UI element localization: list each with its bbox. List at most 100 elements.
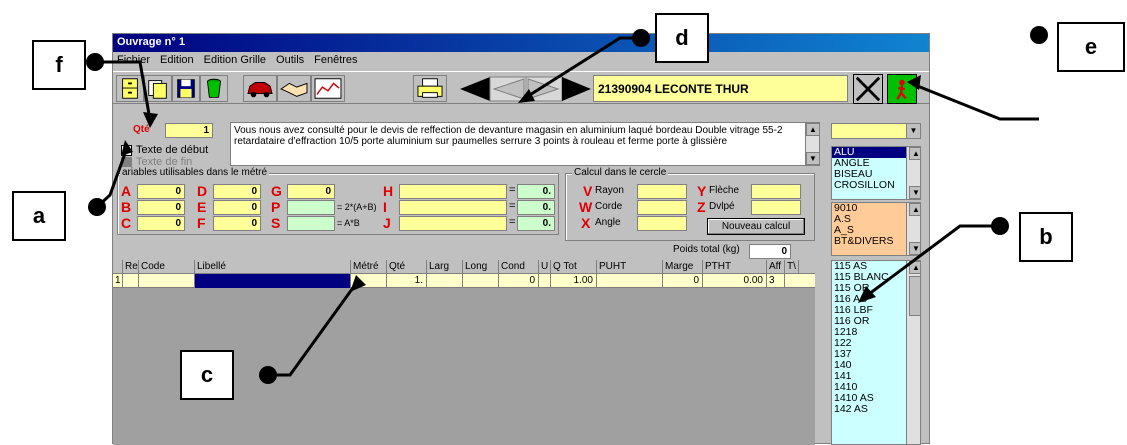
callout-d: d bbox=[655, 13, 709, 63]
cercle-dvlpe-input[interactable] bbox=[751, 200, 801, 215]
callout-f-dot bbox=[86, 53, 104, 71]
callout-c: c bbox=[180, 350, 234, 400]
texte-debut-label: Texte de début bbox=[136, 144, 209, 156]
floppy-icon[interactable] bbox=[172, 75, 200, 102]
grid-header-code[interactable]: Code bbox=[139, 260, 195, 274]
menu-edition[interactable]: Edition bbox=[160, 54, 194, 68]
var-a-input[interactable]: 0 bbox=[137, 184, 185, 199]
grid-header-u[interactable]: U bbox=[539, 260, 551, 274]
var-j-formula[interactable] bbox=[399, 216, 507, 231]
callout-a: a bbox=[12, 191, 66, 241]
grid-cell-long[interactable] bbox=[463, 274, 499, 288]
callout-e-dot bbox=[1030, 26, 1048, 44]
grid-cell-puht[interactable] bbox=[597, 274, 663, 288]
menu-outils[interactable]: Outils bbox=[276, 54, 304, 68]
grid-cell-larg[interactable] bbox=[427, 274, 463, 288]
callout-b: b bbox=[1019, 212, 1073, 262]
printer-icon[interactable] bbox=[413, 75, 447, 102]
qte-input[interactable]: 1 bbox=[165, 123, 213, 138]
grid-header-metre[interactable]: Métré bbox=[351, 260, 387, 274]
cercle-y-letter: Y bbox=[697, 183, 707, 199]
var-d-input[interactable]: 0 bbox=[213, 184, 261, 199]
grid-cell-aff[interactable]: 3 bbox=[767, 274, 785, 288]
menu-fichier[interactable]: Fichier bbox=[117, 54, 150, 68]
close-icon[interactable] bbox=[853, 74, 883, 104]
cercle-corde-label: Corde bbox=[595, 201, 623, 212]
grid-header-re[interactable]: Re bbox=[123, 260, 139, 274]
grid-header-ptht[interactable]: PTHT bbox=[703, 260, 767, 274]
grid-cell-libelle[interactable] bbox=[195, 274, 351, 288]
table-row[interactable]: 1 1. 0 1.00 0 0.00 3 bbox=[113, 274, 815, 288]
chart-icon[interactable] bbox=[311, 75, 345, 102]
var-f-letter: F bbox=[197, 215, 206, 231]
cercle-fleche-input[interactable] bbox=[751, 184, 801, 199]
grid-header-puht[interactable]: PUHT bbox=[597, 260, 663, 274]
family-list[interactable]: ALU ANGLE BISEAU CROSILLON ▲ ▼ bbox=[831, 146, 921, 200]
grid-header-aff[interactable]: Aff bbox=[767, 260, 785, 274]
cercle-dvlpe-label: Dvlpé bbox=[709, 201, 735, 212]
grid-cell-re[interactable] bbox=[123, 274, 139, 288]
callout-b-dot bbox=[991, 217, 1009, 235]
color-list[interactable]: 9010 A.S A_S BT&DIVERS ▲ ▼ bbox=[831, 202, 921, 256]
equals-sign: = bbox=[509, 200, 516, 212]
cabinet-icon[interactable] bbox=[116, 75, 144, 102]
grid-header-long[interactable]: Long bbox=[463, 260, 499, 274]
grid-cell-qtot[interactable]: 1.00 bbox=[551, 274, 597, 288]
var-g-input[interactable]: 0 bbox=[287, 184, 335, 199]
cercle-corde-input[interactable] bbox=[637, 200, 687, 215]
qte-label: Qté bbox=[133, 124, 150, 135]
exit-runner-icon[interactable] bbox=[887, 74, 917, 104]
description-scrollbar[interactable]: ▲ ▼ bbox=[805, 123, 820, 165]
description-textarea[interactable]: Vous nous avez consulté pour le devis de… bbox=[230, 122, 820, 166]
grid-cell-code[interactable] bbox=[139, 274, 195, 288]
chevron-down-icon[interactable]: ▼ bbox=[906, 124, 920, 138]
grid-cell-cond[interactable]: 0 bbox=[499, 274, 539, 288]
var-j-letter: J bbox=[383, 215, 391, 231]
callout-e: e bbox=[1057, 22, 1125, 72]
grid-header-qtot[interactable]: Q Tot bbox=[551, 260, 597, 274]
grid-cell-u[interactable] bbox=[539, 274, 551, 288]
description-text: Vous nous avez consulté pour le devis de… bbox=[234, 125, 783, 147]
var-f-input[interactable]: 0 bbox=[213, 216, 261, 231]
color-list-scrollbar[interactable]: ▲ ▼ bbox=[906, 203, 920, 255]
menu-edition-grille[interactable]: Edition Grille bbox=[204, 54, 266, 68]
var-h-formula[interactable] bbox=[399, 184, 507, 199]
texte-debut-checkbox[interactable] bbox=[121, 145, 132, 156]
var-i-formula[interactable] bbox=[399, 200, 507, 215]
first-arrow-icon bbox=[460, 77, 490, 101]
grid-header-t[interactable]: T\ bbox=[785, 260, 799, 274]
callout-d-dot bbox=[632, 29, 650, 47]
family-list-scrollbar[interactable]: ▲ ▼ bbox=[906, 147, 920, 199]
grid-cell-ptht[interactable]: 0.00 bbox=[703, 274, 767, 288]
handshake-icon[interactable] bbox=[277, 75, 311, 102]
var-c-input[interactable]: 0 bbox=[137, 216, 185, 231]
poids-total-value: 0 bbox=[749, 244, 791, 259]
navigation-arrows bbox=[458, 75, 593, 102]
menu-fenetres[interactable]: Fenêtres bbox=[314, 54, 357, 68]
grid-cell-qte[interactable]: 1. bbox=[387, 274, 427, 288]
grid-header-cond[interactable]: Cond bbox=[499, 260, 539, 274]
cercle-fleche-label: Flèche bbox=[709, 185, 740, 196]
nouveau-calcul-button[interactable]: Nouveau calcul bbox=[707, 218, 805, 235]
recycle-bin-icon[interactable] bbox=[200, 75, 228, 102]
car-icon[interactable] bbox=[243, 75, 277, 102]
grid-header-marge[interactable]: Marge bbox=[663, 260, 703, 274]
cercle-group-title: Calcul dans le cercle bbox=[572, 167, 669, 178]
var-b-input[interactable]: 0 bbox=[137, 200, 185, 215]
grid-cell-metre[interactable] bbox=[351, 274, 387, 288]
window-title: Ouvrage n° 1 bbox=[113, 34, 929, 52]
grid-cell-marge[interactable]: 0 bbox=[663, 274, 703, 288]
cercle-rayon-input[interactable] bbox=[637, 184, 687, 199]
code-list-scrollbar[interactable]: ▲ bbox=[906, 261, 920, 444]
grid-cell-rownum: 1 bbox=[113, 274, 123, 288]
client-field[interactable]: 21390904 LECONTE THUR bbox=[593, 75, 848, 102]
family-dropdown[interactable]: ▼ bbox=[831, 123, 921, 139]
grid-header-qte[interactable]: Qté bbox=[387, 260, 427, 274]
grid-header-larg[interactable]: Larg bbox=[427, 260, 463, 274]
code-list[interactable]: 115 AS 115 BLANC 115 OR 116 AS 116 LBF 1… bbox=[831, 260, 921, 445]
cercle-angle-input[interactable] bbox=[637, 216, 687, 231]
var-e-input[interactable]: 0 bbox=[213, 200, 261, 215]
menu-bar: Fichier Edition Edition Grille Outils Fe… bbox=[113, 52, 929, 70]
documents-icon[interactable] bbox=[144, 75, 172, 102]
grid-header-libelle[interactable]: Libellé bbox=[195, 260, 351, 274]
